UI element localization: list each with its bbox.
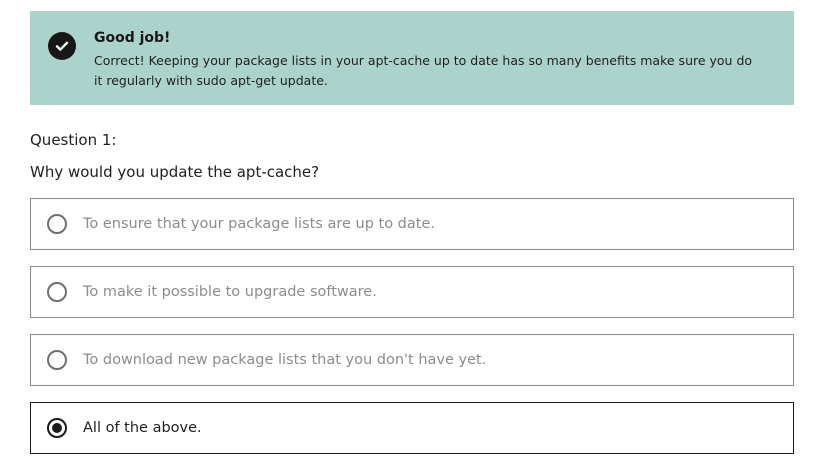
radio-button[interactable] <box>47 350 67 370</box>
radio-dot <box>52 423 62 433</box>
feedback-message: Correct! Keeping your package lists in y… <box>94 53 753 88</box>
question-text: Why would you update the apt-cache? <box>30 163 320 181</box>
feedback-title: Good job! <box>94 30 171 46</box>
answer-option-2[interactable]: To make it possible to upgrade software. <box>30 266 794 318</box>
radio-button-selected[interactable] <box>47 418 67 438</box>
answer-option-label: All of the above. <box>83 420 202 436</box>
radio-button[interactable] <box>47 282 67 302</box>
question-number: Question 1: <box>30 131 117 149</box>
feedback-body: Good job! Correct! Keeping your package … <box>94 27 774 91</box>
answer-option-label: To ensure that your package lists are up… <box>83 216 435 232</box>
answer-option-label: To make it possible to upgrade software. <box>83 284 377 300</box>
radio-button[interactable] <box>47 214 67 234</box>
quiz-page: Good job! Correct! Keeping your package … <box>0 0 838 475</box>
answer-option-label: To download new package lists that you d… <box>83 352 487 368</box>
answer-option-3[interactable]: To download new package lists that you d… <box>30 334 794 386</box>
checkmark-circle-icon <box>48 32 76 60</box>
answer-option-4[interactable]: All of the above. <box>30 402 794 454</box>
answer-option-1[interactable]: To ensure that your package lists are up… <box>30 198 794 250</box>
feedback-banner: Good job! Correct! Keeping your package … <box>30 11 794 105</box>
